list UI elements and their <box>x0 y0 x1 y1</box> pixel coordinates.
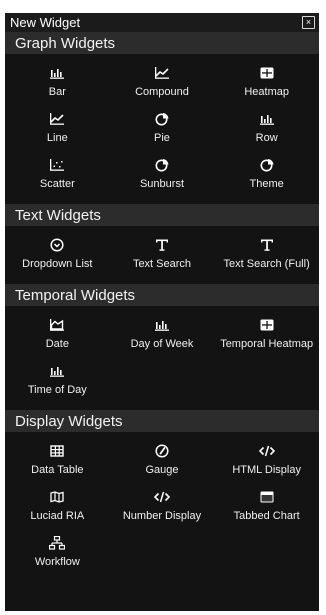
display-widgets-grid: Data Table Gauge HTML Display Luciad RIA… <box>5 432 319 582</box>
widget-luciad-ria[interactable]: Luciad RIA <box>5 482 110 528</box>
heatmap-grid-icon <box>259 65 275 81</box>
widget-dropdown-list[interactable]: Dropdown List <box>5 230 110 276</box>
panel-title: New Widget <box>10 15 81 30</box>
widget-gauge[interactable]: Gauge <box>110 436 215 482</box>
widget-label: Tabbed Chart <box>233 509 300 522</box>
pie-chart-icon <box>154 111 170 127</box>
bar-chart-icon <box>154 317 170 333</box>
gauge-icon <box>154 443 170 459</box>
graph-widgets-grid: Bar Compound Heatmap Line Pie Row Scatte… <box>5 54 319 204</box>
widget-label: Text Search <box>132 257 192 270</box>
widget-label: Workflow <box>34 555 80 568</box>
widget-temporal-heatmap[interactable]: Temporal Heatmap <box>214 310 319 356</box>
temporal-widgets-grid: Date Day of Week Temporal Heatmap Time o… <box>5 306 319 410</box>
widget-label: Scatter <box>39 177 75 190</box>
widget-label: Day of Week <box>130 337 194 350</box>
widget-theme[interactable]: Theme <box>214 150 319 196</box>
chevron-circle-icon <box>49 237 65 253</box>
widget-label: Line <box>46 131 68 144</box>
pie-chart-icon <box>259 157 275 173</box>
close-icon: × <box>305 17 312 27</box>
scatter-plot-icon <box>49 157 65 173</box>
widget-compound[interactable]: Compound <box>110 58 215 104</box>
widget-number-display[interactable]: Number Display <box>110 482 215 528</box>
widget-label: Heatmap <box>244 85 289 98</box>
bar-chart-icon <box>49 65 65 81</box>
widget-label: Compound <box>135 85 189 98</box>
map-icon <box>49 489 65 505</box>
widget-text-search[interactable]: Text Search <box>110 230 215 276</box>
widget-label: Data Table <box>31 463 84 476</box>
widget-tabbed-chart[interactable]: Tabbed Chart <box>214 482 319 528</box>
widget-pie[interactable]: Pie <box>110 104 215 150</box>
widget-data-table[interactable]: Data Table <box>5 436 110 482</box>
widget-sunburst[interactable]: Sunburst <box>110 150 215 196</box>
widget-label: Number Display <box>122 509 202 522</box>
section-header-text: Text Widgets <box>5 204 319 226</box>
widget-html-display[interactable]: HTML Display <box>214 436 319 482</box>
widget-label: Pie <box>154 131 170 144</box>
tabbed-window-icon <box>259 489 275 505</box>
close-button[interactable]: × <box>302 16 315 29</box>
workflow-icon <box>49 535 66 551</box>
text-t-icon <box>259 237 275 253</box>
widget-bar[interactable]: Bar <box>5 58 110 104</box>
section-header-temporal: Temporal Widgets <box>5 284 319 306</box>
widget-label: Dropdown List <box>22 257 93 270</box>
widget-label: Date <box>45 337 69 350</box>
widget-label: Text Search (Full) <box>223 257 310 270</box>
heatmap-grid-icon <box>259 317 275 333</box>
widget-label: Theme <box>249 177 284 190</box>
widget-label: HTML Display <box>232 463 301 476</box>
title-bar: New Widget × <box>5 13 319 32</box>
line-chart-icon <box>49 111 65 127</box>
widget-label: Row <box>255 131 278 144</box>
widget-date[interactable]: Date <box>5 310 110 356</box>
widget-label: Gauge <box>145 463 179 476</box>
widget-label: Sunburst <box>139 177 184 190</box>
widget-label: Bar <box>48 85 66 98</box>
code-icon <box>153 489 170 505</box>
widget-scatter[interactable]: Scatter <box>5 150 110 196</box>
table-icon <box>49 443 65 459</box>
bar-chart-icon <box>259 111 275 127</box>
widget-line[interactable]: Line <box>5 104 110 150</box>
new-widget-panel: New Widget × Graph Widgets Bar Compound … <box>5 13 319 611</box>
area-chart-icon <box>49 317 65 333</box>
widget-label: Time of Day <box>27 383 87 396</box>
code-icon <box>258 443 275 459</box>
text-widgets-grid: Dropdown List Text Search Text Search (F… <box>5 226 319 284</box>
section-header-display: Display Widgets <box>5 410 319 432</box>
widget-label: Luciad RIA <box>30 509 85 522</box>
widget-workflow[interactable]: Workflow <box>5 528 110 574</box>
widget-heatmap[interactable]: Heatmap <box>214 58 319 104</box>
widget-row[interactable]: Row <box>214 104 319 150</box>
widget-day-of-week[interactable]: Day of Week <box>110 310 215 356</box>
line-chart-icon <box>154 65 170 81</box>
pie-chart-icon <box>154 157 170 173</box>
widget-label: Temporal Heatmap <box>220 337 314 350</box>
text-t-icon <box>154 237 170 253</box>
section-header-graph: Graph Widgets <box>5 32 319 54</box>
widget-time-of-day[interactable]: Time of Day <box>5 356 110 402</box>
bar-chart-icon <box>49 363 65 379</box>
widget-text-search-full[interactable]: Text Search (Full) <box>214 230 319 276</box>
